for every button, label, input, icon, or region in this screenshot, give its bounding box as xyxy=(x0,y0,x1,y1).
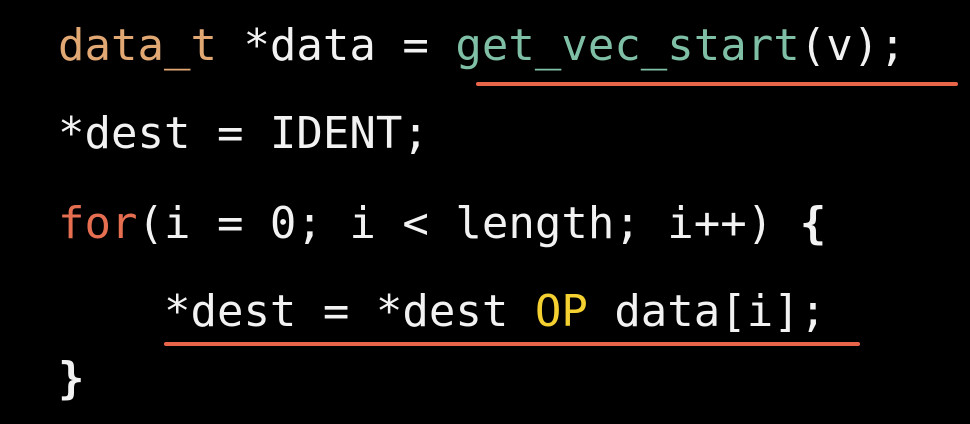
close-brace: } xyxy=(58,353,85,404)
code-line-3: for(i = 0; i < length; i++) { xyxy=(58,198,826,250)
function-call-underline xyxy=(476,82,958,86)
code-line-4: *dest = *dest OP data[i]; xyxy=(58,286,826,338)
loop-body-rhs: data[i]; xyxy=(587,286,827,337)
type-token: data_t xyxy=(58,20,217,71)
code-line-5: } xyxy=(58,353,85,405)
open-brace: { xyxy=(799,198,827,249)
code-slide: data_t *data = get_vec_start(v); *dest =… xyxy=(0,0,970,424)
init-statement: *dest = IDENT; xyxy=(58,108,429,159)
function-args: (v); xyxy=(799,20,906,71)
function-call-token: get_vec_start xyxy=(455,20,800,71)
for-keyword: for xyxy=(58,198,138,249)
loop-body-lhs: *dest = *dest xyxy=(163,286,535,337)
op-macro-token: OP xyxy=(534,286,588,337)
loop-header: (i = 0; i < length; i++) xyxy=(137,198,800,249)
loop-body-underline xyxy=(164,342,860,346)
code-line-1: data_t *data = get_vec_start(v); xyxy=(58,20,906,72)
code-line-2: *dest = IDENT; xyxy=(58,108,429,160)
declaration-text: *data = xyxy=(216,20,456,71)
